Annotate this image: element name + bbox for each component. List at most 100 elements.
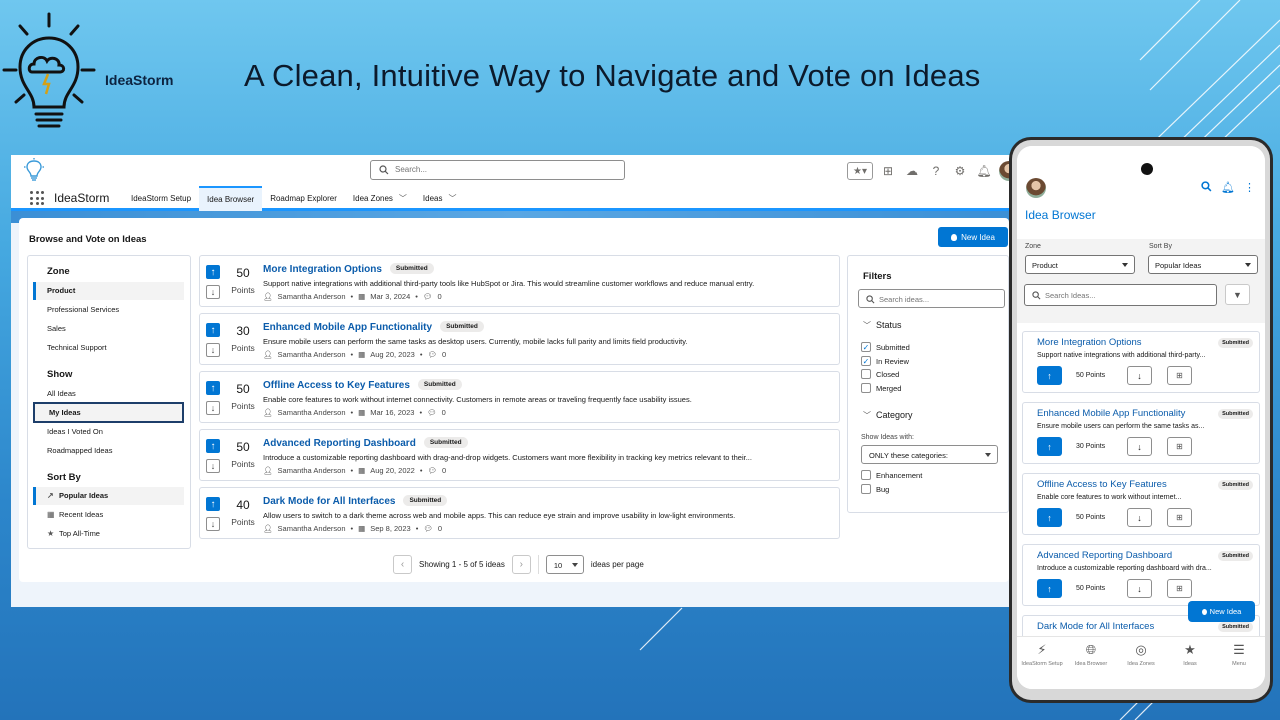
upvote-button[interactable]: ↑ <box>206 381 220 395</box>
idea-author[interactable]: Samantha Anderson <box>278 466 346 475</box>
downvote-button[interactable]: ↓ <box>1127 366 1152 385</box>
idea-author[interactable]: Samantha Anderson <box>278 408 346 417</box>
sort-item-top-all-time[interactable]: ★ Top All-Time <box>33 525 184 543</box>
idea-title-link[interactable]: Enhanced Mobile App Functionality Submitt… <box>263 321 484 333</box>
idea-title-link[interactable]: Dark Mode for All Interfaces Submitted <box>263 495 448 507</box>
status-section-toggle[interactable]: ﹀ Status <box>863 320 902 331</box>
status-checkbox-closed[interactable]: Closed <box>861 369 899 379</box>
idea-title-link[interactable]: Enhanced Mobile App Functionality <box>1037 408 1185 419</box>
upvote-button[interactable]: ↑ <box>1037 366 1062 385</box>
nav-menu[interactable]: ☰ Menu <box>1214 642 1264 667</box>
search-icon[interactable] <box>1201 181 1212 195</box>
upvote-button[interactable]: ↑ <box>206 497 220 511</box>
more-vertical-icon[interactable]: ⋮ <box>1244 181 1255 195</box>
show-item-ideas-voted-on[interactable]: Ideas I Voted On <box>33 423 184 441</box>
app-launcher-icon[interactable] <box>30 191 44 205</box>
status-checkbox-merged[interactable]: Merged <box>861 383 901 393</box>
upvote-button[interactable]: ↑ <box>206 323 220 337</box>
zone-item-technical-support[interactable]: Technical Support <box>33 339 184 357</box>
idea-title-link[interactable]: Advanced Reporting Dashboard <box>1037 550 1172 561</box>
details-button[interactable]: ⊞ <box>1167 579 1192 598</box>
add-icon[interactable]: ⊞ <box>879 162 897 180</box>
zone-item-product[interactable]: Product <box>33 282 184 300</box>
prev-page-button[interactable]: ‹ <box>393 555 412 574</box>
status-checkbox-submitted[interactable]: ✓ Submitted <box>861 342 910 352</box>
idea-title-link[interactable]: Advanced Reporting Dashboard Submitted <box>263 437 468 449</box>
bell-icon[interactable]: 🔔︎ <box>1221 181 1235 195</box>
show-item-roadmapped-ideas[interactable]: Roadmapped Ideas <box>33 442 184 460</box>
details-button[interactable]: ⊞ <box>1167 508 1192 527</box>
show-item-my-ideas[interactable]: My Ideas <box>33 402 184 423</box>
nav-idea-zones[interactable]: ◎ Idea Zones <box>1116 642 1166 667</box>
zone-select[interactable]: Product <box>1025 255 1135 274</box>
show-item-all-ideas[interactable]: All Ideas <box>33 385 184 403</box>
downvote-button[interactable]: ↓ <box>206 517 220 531</box>
checkbox-unchecked[interactable] <box>861 484 871 494</box>
idea-title-link[interactable]: More Integration Options Submitted <box>263 263 434 275</box>
chevron-down-icon[interactable]: ﹀ <box>399 193 407 204</box>
checkbox-unchecked[interactable] <box>861 383 871 393</box>
sort-item-popular[interactable]: ↗ Popular Ideas <box>33 487 184 505</box>
category-checkbox-bug[interactable]: Bug <box>861 484 889 494</box>
downvote-button[interactable]: ↓ <box>206 401 220 415</box>
status-checkbox-in-review[interactable]: ✓ In Review <box>861 356 909 366</box>
category-section-toggle[interactable]: ﹀ Category <box>863 410 913 421</box>
checkbox-unchecked[interactable] <box>861 369 871 379</box>
global-search-input[interactable]: Search... <box>370 160 625 180</box>
downvote-button[interactable]: ↓ <box>206 285 220 299</box>
upvote-button[interactable]: ↑ <box>206 439 220 453</box>
downvote-button[interactable]: ↓ <box>206 343 220 357</box>
new-idea-fab[interactable]: New Idea <box>1188 601 1255 622</box>
zone-item-sales[interactable]: Sales <box>33 320 184 338</box>
idea-title-link[interactable]: Offline Access to Key Features <box>1037 479 1167 490</box>
setup-assistant-icon[interactable]: ☁ <box>903 162 921 180</box>
category-mode-select[interactable]: ONLY these categories: <box>861 445 998 464</box>
checkbox-checked[interactable]: ✓ <box>861 342 871 352</box>
details-button[interactable]: ⊞ <box>1167 437 1192 456</box>
filter-search-input[interactable]: Search ideas... <box>858 289 1005 308</box>
nav-ideas[interactable]: ★ Ideas <box>1165 642 1215 667</box>
mobile-search-input[interactable]: Search Ideas... <box>1024 284 1217 306</box>
filter-button[interactable]: ▼ <box>1225 284 1250 305</box>
idea-title-link[interactable]: Offline Access to Key Features Submitted <box>263 379 462 391</box>
avatar[interactable] <box>1026 178 1046 198</box>
tab-idea-browser[interactable]: Idea Browser <box>199 186 263 211</box>
downvote-button[interactable]: ↓ <box>1127 579 1152 598</box>
next-page-button[interactable]: › <box>511 555 531 574</box>
idea-author[interactable]: Samantha Anderson <box>278 350 346 359</box>
upvote-button[interactable]: ↑ <box>206 265 220 279</box>
idea-author[interactable]: Samantha Anderson <box>278 524 346 533</box>
mobile-header: 🔔︎ ⋮ Idea Browser <box>1017 146 1265 239</box>
checkbox-unchecked[interactable] <box>861 470 871 480</box>
downvote-button[interactable]: ↓ <box>206 459 220 473</box>
tab-roadmap-explorer[interactable]: Roadmap Explorer <box>262 186 345 211</box>
help-icon[interactable]: ? <box>927 162 945 180</box>
zone-item-professional-services[interactable]: Professional Services <box>33 301 184 319</box>
category-checkbox-enhancement[interactable]: Enhancement <box>861 470 922 480</box>
gear-icon[interactable]: ⚙ <box>951 162 969 180</box>
favorites-icon[interactable]: ★▾ <box>847 162 873 180</box>
tab-idea-zones[interactable]: Idea Zones ﹀ <box>345 186 415 211</box>
upvote-button[interactable]: ↑ <box>1037 579 1062 598</box>
details-button[interactable]: ⊞ <box>1167 366 1192 385</box>
idea-title-link[interactable]: Dark Mode for All Interfaces <box>1037 621 1154 632</box>
tab-ideastorm-setup[interactable]: IdeaStorm Setup <box>123 186 199 211</box>
checkbox-checked[interactable]: ✓ <box>861 356 871 366</box>
tab-ideas[interactable]: Ideas ﹀ <box>415 186 465 211</box>
downvote-button[interactable]: ↓ <box>1127 437 1152 456</box>
nav-ideastorm-setup[interactable]: ⚡︎ IdeaStorm Setup <box>1017 642 1067 667</box>
upvote-button[interactable]: ↑ <box>1037 437 1062 456</box>
sort-label: Popular Ideas <box>59 491 109 500</box>
upvote-button[interactable]: ↑ <box>1037 508 1062 527</box>
sort-item-recent[interactable]: ▦ Recent Ideas <box>33 506 184 524</box>
per-page-select[interactable]: 10 <box>545 555 584 574</box>
chevron-down-icon[interactable]: ﹀ <box>449 193 457 204</box>
idea-title-link[interactable]: More Integration Options <box>1037 337 1142 348</box>
downvote-button[interactable]: ↓ <box>1127 508 1152 527</box>
new-idea-button[interactable]: New Idea <box>938 227 1008 247</box>
status-badge: Submitted <box>1218 480 1253 490</box>
nav-idea-browser[interactable]: 🌐︎ Idea Browser <box>1066 642 1116 667</box>
bell-icon[interactable]: 🔔︎ <box>975 162 993 180</box>
sort-select[interactable]: Popular Ideas <box>1148 255 1258 274</box>
idea-author[interactable]: Samantha Anderson <box>278 292 346 301</box>
